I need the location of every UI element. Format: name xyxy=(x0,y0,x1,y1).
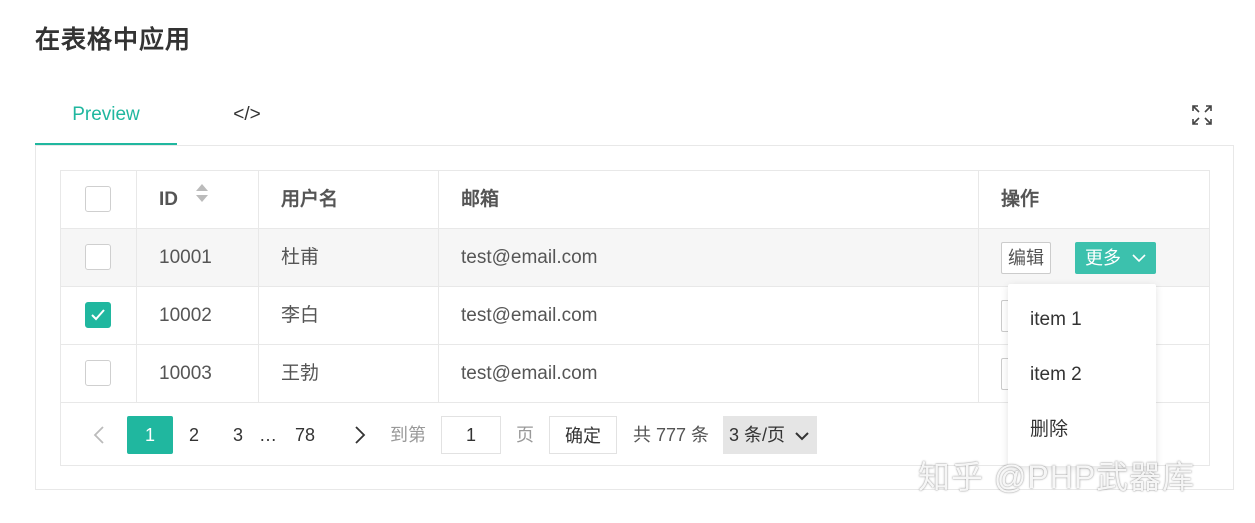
row-checkbox-cell xyxy=(61,345,137,402)
sort-icon[interactable] xyxy=(195,169,209,226)
more-button[interactable]: 更多 xyxy=(1075,242,1157,274)
cell-id: 10003 xyxy=(137,345,259,402)
watermark: 知乎 @PHP武器库 xyxy=(918,459,1196,495)
page-title: 在表格中应用 xyxy=(35,26,192,54)
dropdown-item-2[interactable]: item 2 xyxy=(1008,347,1156,402)
page-2-button[interactable]: 2 xyxy=(179,416,209,454)
total-count: 共 777 条 xyxy=(632,425,710,445)
dropdown-item-1[interactable]: item 1 xyxy=(1008,292,1156,347)
cell-actions: 编辑 更多 xyxy=(979,229,1209,286)
page-suffix-label: 页 xyxy=(516,425,534,445)
row-checkbox-cell xyxy=(61,229,137,286)
row-checkbox[interactable] xyxy=(85,360,111,386)
goto-label: 到第 xyxy=(390,425,426,445)
chevron-right-icon xyxy=(355,426,366,444)
header-email: 邮箱 xyxy=(439,171,979,228)
header-id-label: ID xyxy=(159,189,178,210)
more-button-label: 更多 xyxy=(1085,248,1121,268)
row-checkbox[interactable] xyxy=(85,244,111,270)
cell-email: test@email.com xyxy=(439,229,979,286)
page-size-select[interactable]: 3 条/页 xyxy=(723,416,817,454)
goto-page-input[interactable] xyxy=(441,416,501,454)
cell-id: 10001 xyxy=(137,229,259,286)
cell-username: 杜甫 xyxy=(259,229,439,286)
fullscreen-icon[interactable] xyxy=(1191,104,1213,126)
more-dropdown-menu: item 1 item 2 删除 xyxy=(1008,284,1156,466)
cell-username: 王勃 xyxy=(259,345,439,402)
cell-email: test@email.com xyxy=(439,345,979,402)
page-1-button[interactable]: 1 xyxy=(127,416,173,454)
tab-bar: Preview </> xyxy=(35,90,1235,146)
header-username: 用户名 xyxy=(259,171,439,228)
header-id[interactable]: ID xyxy=(137,171,259,228)
chevron-left-icon xyxy=(93,426,104,444)
edit-button[interactable]: 编辑 xyxy=(1001,242,1051,274)
page-size-label: 3 条/页 xyxy=(729,425,786,445)
chevron-down-icon xyxy=(795,432,809,441)
cell-email: test@email.com xyxy=(439,287,979,344)
confirm-page-button[interactable]: 确定 xyxy=(549,416,617,454)
tab-preview[interactable]: Preview xyxy=(35,90,177,146)
check-icon xyxy=(91,309,105,321)
row-checkbox-cell xyxy=(61,287,137,344)
dropdown-item-delete[interactable]: 删除 xyxy=(1008,402,1156,457)
page-3-button[interactable]: 3 xyxy=(223,416,253,454)
prev-page-button[interactable] xyxy=(87,416,111,454)
cell-username: 李白 xyxy=(259,287,439,344)
table-header-row: ID 用户名 邮箱 操作 xyxy=(61,171,1209,229)
select-all-checkbox[interactable] xyxy=(85,186,111,212)
chevron-down-icon xyxy=(1132,254,1146,262)
table-row: 10001 杜甫 test@email.com 编辑 更多 xyxy=(61,229,1209,287)
header-checkbox-cell xyxy=(61,171,137,228)
tab-code[interactable]: </> xyxy=(197,90,297,146)
header-actions: 操作 xyxy=(1001,189,1040,210)
next-page-button[interactable] xyxy=(347,416,373,454)
row-checkbox[interactable] xyxy=(85,302,111,328)
page-ellipsis: … xyxy=(259,425,277,445)
cell-id: 10002 xyxy=(137,287,259,344)
page-78-button[interactable]: 78 xyxy=(287,416,323,454)
